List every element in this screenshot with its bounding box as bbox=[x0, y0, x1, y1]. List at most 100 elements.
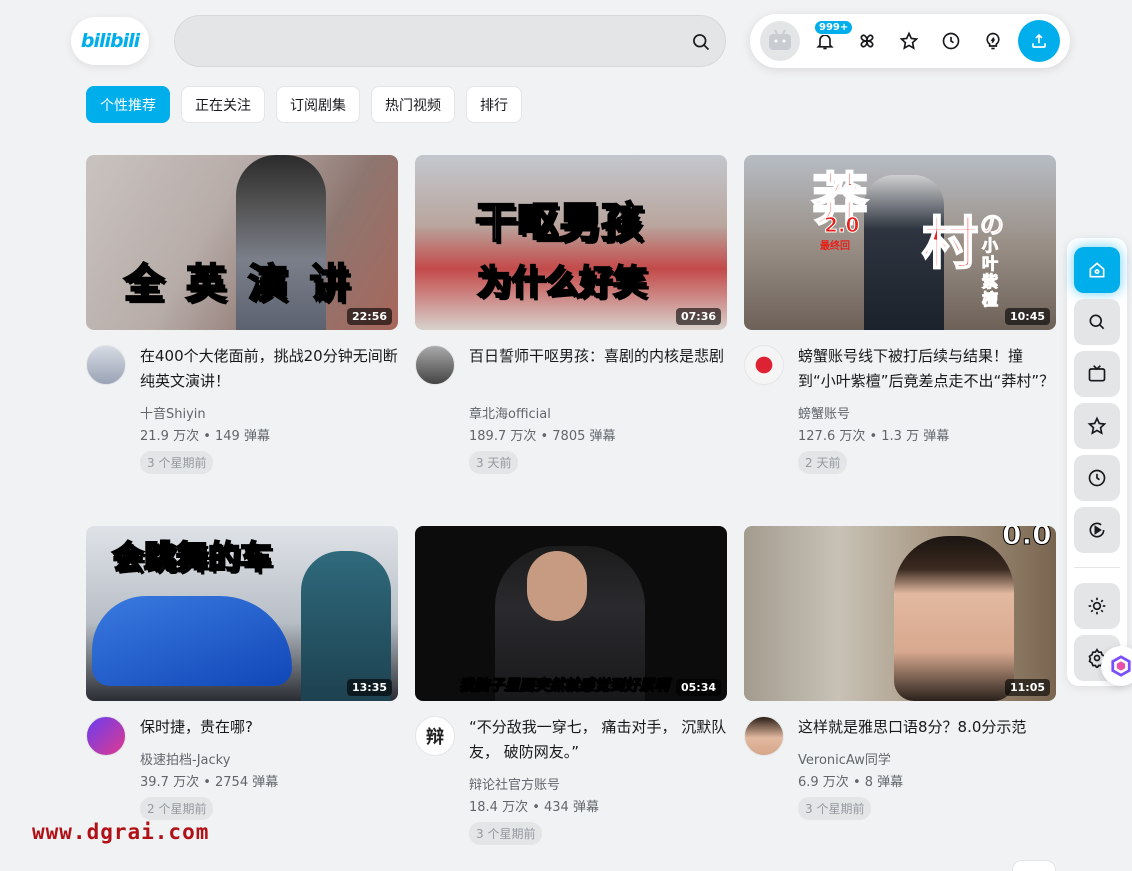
notification-badge: 999+ bbox=[814, 20, 854, 35]
clock-icon bbox=[942, 32, 960, 50]
rail-home-button[interactable] bbox=[1074, 247, 1120, 293]
video-stats: 6.9 万次 • 8 弹幕 bbox=[798, 775, 904, 790]
video-thumbnail[interactable]: 全 英 演 讲 22:56 bbox=[86, 155, 398, 330]
video-thumbnail[interactable]: 莽 村 2.0 最终回 の 小叶紫檀 10:45 bbox=[744, 155, 1056, 330]
video-card[interactable]: 全 英 演 讲 22:56 在400个大佬面前，挑战20分钟无间断纯英文演讲！ … bbox=[86, 155, 398, 474]
right-sidebar bbox=[1067, 238, 1127, 686]
tab-popular[interactable]: 热门视频 bbox=[371, 86, 455, 123]
feed-tabs: 个性推荐 正在关注 订阅剧集 热门视频 排行 bbox=[86, 86, 522, 123]
video-stats: 189.7 万次 • 7805 弹幕 bbox=[469, 429, 616, 444]
video-card[interactable]: 干呕男孩 为什么好笑 07:36 百日誓师干呕男孩：喜剧的内核是悲剧 章北海of… bbox=[415, 155, 727, 474]
history-button[interactable] bbox=[937, 27, 965, 55]
play-later-icon bbox=[1089, 522, 1105, 538]
lightbulb-icon bbox=[986, 32, 1000, 50]
star-icon bbox=[899, 31, 919, 50]
video-card[interactable]: 0.0 11:05 这样就是雅思口语8分？8.0分示范 VeronicAw同学 … bbox=[744, 526, 1056, 841]
tv-icon bbox=[1088, 365, 1106, 382]
tab-recommend[interactable]: 个性推荐 bbox=[86, 86, 170, 123]
thumbnail-finale: 最终回 bbox=[820, 241, 850, 252]
tab-following[interactable]: 正在关注 bbox=[181, 86, 265, 123]
thumbnail-caption: 我脑子里面突然就感觉到好累啊 bbox=[458, 676, 670, 695]
video-stats: 18.4 万次 • 434 弹幕 bbox=[469, 800, 599, 815]
rail-favorites-button[interactable] bbox=[1074, 403, 1120, 449]
search-icon[interactable] bbox=[691, 32, 711, 52]
publish-time: 2 天前 bbox=[798, 451, 848, 474]
video-stats: 39.7 万次 • 2754 弹幕 bbox=[140, 775, 279, 790]
video-title[interactable]: “不分敌我一穿七， 痛击对手， 沉默队友， 破防网友。” bbox=[469, 715, 727, 765]
video-card[interactable]: 莽 村 2.0 最终回 の 小叶紫檀 10:45 螃蟹账号线下被打后续与结果！撞… bbox=[744, 155, 1056, 474]
rail-divider bbox=[1074, 567, 1120, 568]
uploader-avatar[interactable] bbox=[86, 345, 126, 385]
uploader-avatar[interactable] bbox=[744, 345, 784, 385]
tv-mascot-icon bbox=[769, 29, 791, 50]
video-title[interactable]: 螃蟹账号线下被打后续与结果！撞到“小叶紫檀”后竟差点走不出“莽村”？ bbox=[798, 344, 1056, 394]
star-icon bbox=[1087, 416, 1107, 435]
rail-theme-button[interactable] bbox=[1074, 583, 1120, 629]
pinwheel-icon bbox=[860, 34, 874, 48]
video-title[interactable]: 百日誓师干呕男孩：喜剧的内核是悲剧 bbox=[469, 344, 727, 369]
watermark: www.dgrai.com bbox=[32, 820, 210, 844]
scroll-top-button[interactable] bbox=[1012, 860, 1056, 871]
favorites-button[interactable] bbox=[895, 27, 923, 55]
video-duration: 11:05 bbox=[1004, 679, 1050, 696]
rail-search-button[interactable] bbox=[1074, 299, 1120, 345]
search-bar[interactable] bbox=[174, 15, 726, 67]
video-stats: 21.9 万次 • 149 弹幕 bbox=[140, 429, 270, 444]
tab-subscribed-series[interactable]: 订阅剧集 bbox=[276, 86, 360, 123]
upload-icon bbox=[1032, 33, 1046, 48]
uploader-name[interactable]: 极速拍档-Jacky bbox=[140, 749, 230, 768]
video-thumbnail[interactable]: 0.0 11:05 bbox=[744, 526, 1056, 701]
video-card[interactable]: 我脑子里面突然就感觉到好累啊 05:34 辩 “不分敌我一穿七， 痛击对手， 沉… bbox=[415, 526, 727, 845]
uploader-avatar[interactable] bbox=[86, 716, 126, 756]
thumbnail-sandalwood: 小叶紫檀 bbox=[982, 236, 999, 309]
rail-watch-later-button[interactable] bbox=[1074, 507, 1120, 553]
thumbnail-caption: 会跳舞的车 bbox=[111, 537, 273, 577]
publish-time: 3 天前 bbox=[469, 451, 519, 474]
tab-ranking[interactable]: 排行 bbox=[466, 86, 522, 123]
video-thumbnail[interactable]: 干呕男孩 为什么好笑 07:36 bbox=[415, 155, 727, 330]
video-duration: 10:45 bbox=[1004, 308, 1050, 325]
video-stats: 127.6 万次 • 1.3 万 弹幕 bbox=[798, 429, 950, 444]
publish-time: 3 个星期前 bbox=[469, 822, 543, 845]
publish-time: 3 个星期前 bbox=[798, 797, 872, 820]
thumbnail-no: の bbox=[980, 211, 1005, 240]
uploader-name[interactable]: VeronicAw同学 bbox=[798, 749, 891, 768]
search-icon bbox=[1089, 314, 1105, 330]
upload-button[interactable] bbox=[1018, 20, 1060, 62]
thumbnail-caption: 干呕男孩 bbox=[474, 197, 644, 248]
clock-icon bbox=[1088, 469, 1106, 487]
sun-icon bbox=[1088, 597, 1106, 615]
rail-tv-button[interactable] bbox=[1074, 351, 1120, 397]
thumbnail-caption: 0.0 bbox=[1002, 526, 1053, 552]
video-title[interactable]: 保时捷，贵在哪? bbox=[140, 715, 398, 740]
video-thumbnail[interactable]: 会跳舞的车 13:35 bbox=[86, 526, 398, 701]
video-title[interactable]: 在400个大佬面前，挑战20分钟无间断纯英文演讲！ bbox=[140, 344, 398, 394]
creative-center-button[interactable] bbox=[979, 27, 1007, 55]
search-input[interactable] bbox=[191, 26, 681, 56]
thumbnail-caption-2: 村 bbox=[921, 211, 979, 278]
publish-time: 2 个星期前 bbox=[140, 797, 214, 820]
uploader-name[interactable]: 螃蟹账号 bbox=[798, 403, 850, 422]
uploader-name[interactable]: 辩论社官方账号 bbox=[469, 774, 560, 793]
thumbnail-version: 2.0 bbox=[823, 213, 860, 238]
user-avatar[interactable] bbox=[760, 21, 800, 61]
uploader-name[interactable]: 章北海official bbox=[469, 403, 551, 422]
thumbnail-caption: 全 英 演 讲 bbox=[123, 260, 354, 308]
home-icon bbox=[1089, 262, 1105, 278]
uploader-name[interactable]: 十音Shiyin bbox=[140, 403, 206, 422]
uploader-avatar[interactable] bbox=[744, 716, 784, 756]
publish-time: 3 个星期前 bbox=[140, 451, 214, 474]
video-duration: 13:35 bbox=[346, 679, 392, 696]
dynamic-button[interactable] bbox=[853, 27, 881, 55]
header-actions: 999+ bbox=[750, 14, 1070, 68]
rail-history-button[interactable] bbox=[1074, 455, 1120, 501]
video-thumbnail[interactable]: 我脑子里面突然就感觉到好累啊 05:34 bbox=[415, 526, 727, 701]
video-title[interactable]: 这样就是雅思口语8分？8.0分示范 bbox=[798, 715, 1056, 740]
thumbnail-subcaption: 为什么好笑 bbox=[476, 262, 648, 304]
hexagon-logo-icon bbox=[1111, 655, 1131, 677]
video-card[interactable]: 会跳舞的车 13:35 保时捷，贵在哪? 极速拍档-Jacky 39.7 万次 … bbox=[86, 526, 398, 841]
bilibili-logo[interactable]: bilibili bbox=[71, 17, 149, 65]
uploader-avatar[interactable] bbox=[415, 345, 455, 385]
video-duration: 05:34 bbox=[675, 679, 721, 696]
uploader-avatar[interactable]: 辩 bbox=[415, 716, 455, 756]
